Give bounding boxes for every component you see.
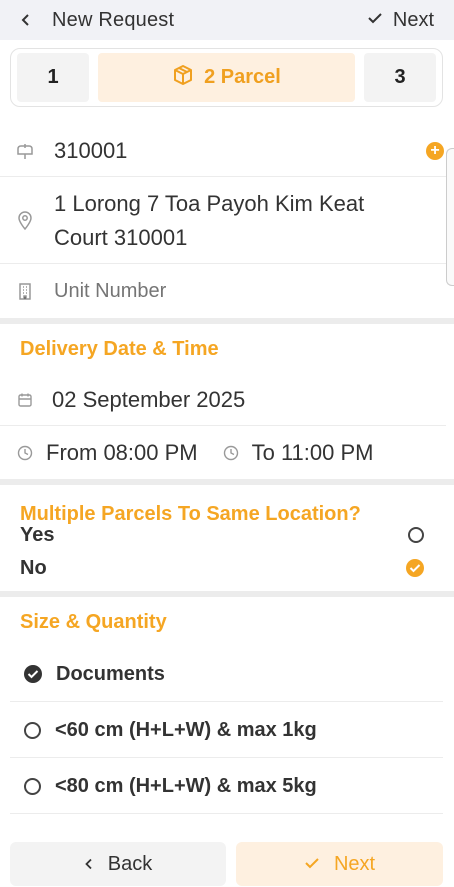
step-2-tab[interactable]: 2 Parcel (98, 53, 355, 102)
size-option-label: <80 cm (H+L+W) & max 5kg (55, 774, 317, 797)
option-yes-label: Yes (20, 523, 55, 546)
map-pin-icon (16, 210, 34, 230)
radio-checked-icon[interactable] (406, 559, 424, 577)
chevron-left-icon[interactable] (20, 13, 34, 27)
size-option-label: Documents (56, 662, 165, 685)
option-yes[interactable]: Yes (20, 523, 424, 547)
footer-bar: Back Next (0, 836, 454, 887)
postal-code-value: 310001 (54, 137, 128, 163)
delivery-date-row[interactable]: 02 September 2025 (0, 374, 446, 426)
time-to-field[interactable]: To 11:00 PM (252, 440, 374, 466)
clock-icon (222, 444, 240, 462)
delivery-section-title: Delivery Date & Time (20, 338, 219, 360)
option-no[interactable]: No (20, 556, 424, 580)
radio-unchecked-icon[interactable] (408, 527, 424, 543)
size-section-title: Size & Quantity (20, 611, 167, 633)
header-next-button[interactable]: Next (367, 9, 434, 32)
section-divider (0, 479, 454, 485)
section-divider (0, 591, 454, 597)
delivery-date-value: 02 September 2025 (52, 386, 246, 412)
calendar-icon (16, 391, 34, 409)
delivery-time-row: From 08:00 PM To 11:00 PM (0, 427, 446, 479)
time-from-field[interactable]: From 08:00 PM (46, 440, 198, 466)
radio-unchecked-icon[interactable] (24, 777, 41, 795)
mailbox-icon (16, 142, 34, 160)
step-1-label: 1 (47, 66, 59, 88)
step-3-label: 3 (394, 66, 406, 88)
package-icon (172, 64, 194, 92)
step-2-label: 2 Parcel (204, 66, 281, 88)
size-option-documents[interactable]: Documents (10, 647, 443, 702)
next-button-label: Next (333, 852, 376, 875)
radio-checked-icon[interactable] (24, 665, 42, 683)
page-title: New Request (52, 8, 175, 31)
address-row[interactable]: 1 Lorong 7 Toa Payoh Kim Keat Court 3100… (0, 178, 446, 264)
size-option-60cm[interactable]: <60 cm (H+L+W) & max 1kg (10, 703, 443, 758)
back-nav[interactable]: New Request (20, 9, 174, 32)
step-1-tab[interactable]: 1 (17, 53, 89, 102)
option-no-label: No (20, 556, 47, 579)
size-option-label: <60 cm (H+L+W) & max 1kg (55, 718, 317, 741)
building-icon (16, 282, 34, 300)
unit-number-input[interactable] (54, 279, 394, 303)
clock-icon (16, 444, 34, 462)
chevron-left-icon (84, 853, 94, 876)
scrollbar[interactable] (446, 148, 454, 286)
radio-unchecked-icon[interactable] (24, 721, 41, 739)
address-value: 1 Lorong 7 Toa Payoh Kim Keat Court 3100… (54, 190, 365, 250)
add-location-icon[interactable]: + (426, 142, 444, 160)
check-icon (304, 853, 320, 876)
section-divider (0, 318, 454, 324)
back-button[interactable]: Back (10, 842, 226, 886)
postal-code-row[interactable]: 310001 (0, 125, 446, 177)
check-icon (367, 11, 383, 30)
header-next-label: Next (392, 8, 434, 31)
next-button[interactable]: Next (236, 842, 443, 886)
unit-number-row (0, 265, 446, 317)
step-tabs: 1 2 Parcel 3 (10, 48, 443, 107)
back-button-label: Back (107, 852, 153, 875)
size-option-80cm[interactable]: <80 cm (H+L+W) & max 5kg (10, 759, 443, 814)
app-header: New Request Next (0, 0, 454, 40)
step-3-tab[interactable]: 3 (364, 53, 436, 102)
